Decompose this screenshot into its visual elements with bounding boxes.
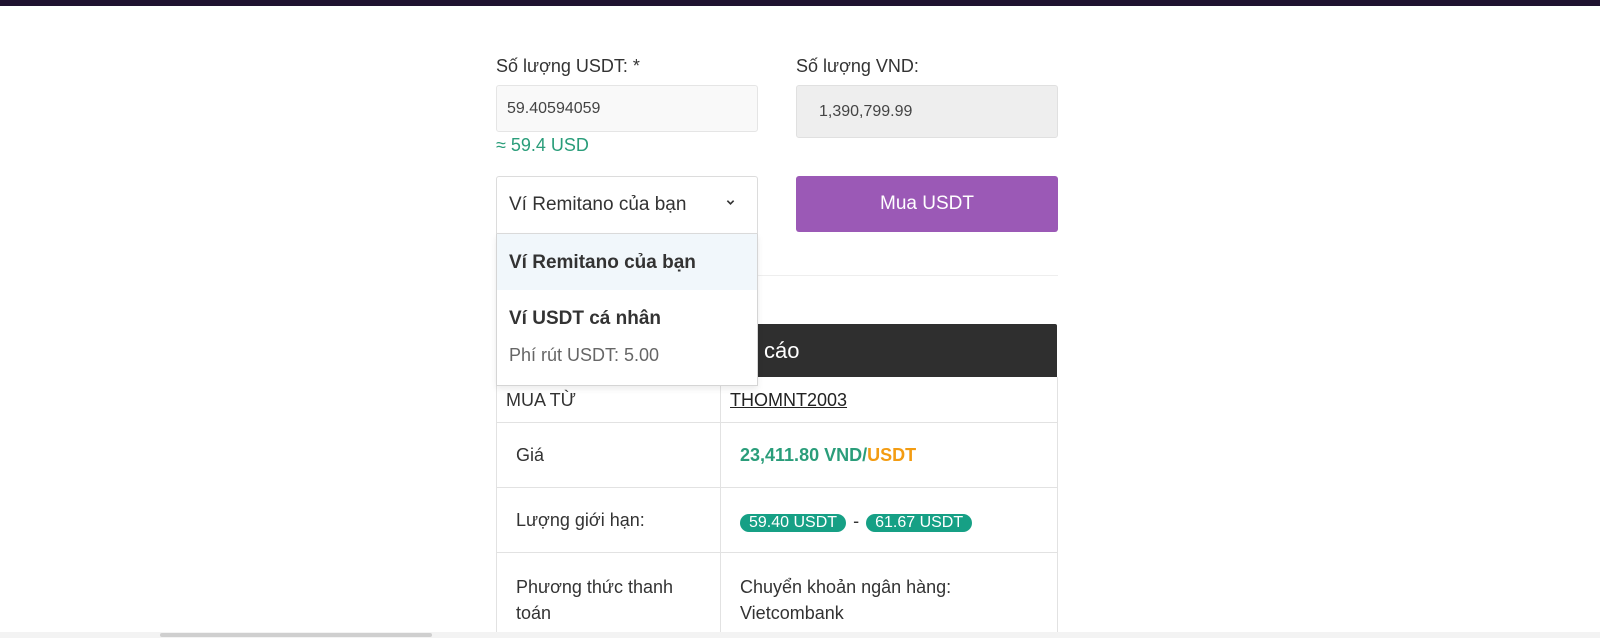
withdraw-fee-text: Phí rút USDT: 5.00 (509, 345, 660, 365)
top-bar (0, 0, 1600, 6)
wallet-dropdown-menu: Ví Remitano của bạn Ví USDT cá nhân Phí … (496, 234, 758, 386)
dropdown-option-personal-wallet[interactable]: Ví USDT cá nhân Phí rút USDT: 5.00 (497, 290, 757, 385)
buy-from-label: MUA TỪ (506, 390, 577, 410)
usdt-amount-input[interactable]: 59.40594059 (496, 85, 758, 132)
dropdown-option-remitano-wallet[interactable]: Ví Remitano của bạn (497, 234, 757, 290)
wallet-select-value: Ví Remitano của bạn (509, 194, 687, 215)
buy-usdt-button[interactable]: Mua USDT (796, 176, 1058, 232)
usdt-amount-label: Số lượng USDT: * (496, 56, 640, 76)
table-row-divider (496, 552, 1058, 553)
table-row-divider (496, 487, 1058, 488)
ad-card-title: cáo (764, 337, 800, 363)
wallet-select[interactable]: Ví Remitano của bạn (496, 176, 758, 234)
vnd-amount-label: Số lượng VND: (796, 56, 919, 76)
vnd-amount-field: 1,390,799.99 (796, 85, 1058, 138)
table-row-divider (496, 422, 1058, 423)
option-remitano-wallet-label: Ví Remitano của bạn (509, 252, 696, 273)
limit-max-badge: 61.67 USDT (866, 514, 973, 532)
buy-usdt-button-label: Mua USDT (880, 193, 974, 214)
chevron-down-icon (726, 200, 735, 205)
payment-method-value: Chuyển khoản ngân hàng: Vietcombank (740, 577, 952, 623)
usdt-amount-value: 59.40594059 (507, 99, 601, 117)
table-border-left (496, 377, 497, 638)
seller-link[interactable]: THOMNT2003 (730, 390, 847, 411)
price-label: Giá (516, 445, 545, 465)
table-border-right (1057, 377, 1058, 638)
limit-value: 59.40 USDT - 61.67 USDT (740, 511, 973, 532)
price-value: 23,411.80 VND/USDT (740, 445, 916, 466)
payment-method-label: Phương thức thanh toán (516, 577, 673, 623)
horizontal-scrollbar-thumb[interactable] (160, 633, 432, 637)
option-personal-wallet-label: Ví USDT cá nhân (509, 308, 662, 329)
limit-label: Lượng giới hạn: (516, 510, 645, 530)
ad-details-table: MUA TỪ THOMNT2003 Giá 23,411.80 VND/USDT… (496, 377, 1058, 638)
limit-separator: - (853, 511, 860, 531)
price-currency: USDT (867, 445, 917, 465)
price-amount: 23,411.80 VND/ (740, 445, 868, 465)
vnd-amount-value: 1,390,799.99 (819, 102, 913, 120)
usd-approx-value: ≈ 59.4 USD (496, 135, 589, 155)
table-column-divider (720, 377, 721, 638)
limit-min-badge: 59.40 USDT (740, 514, 847, 532)
